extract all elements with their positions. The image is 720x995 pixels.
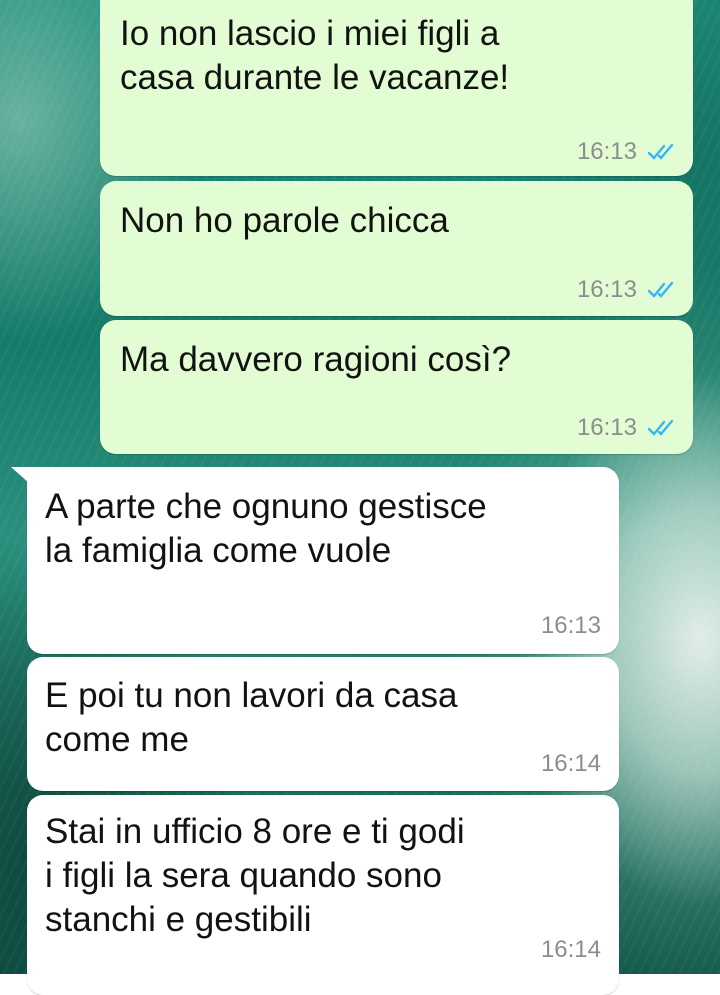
message-text: Non ho parole chicca	[120, 201, 449, 240]
message-time: 16:13	[576, 414, 637, 441]
message-meta: 16:13	[577, 138, 677, 166]
outgoing-message[interactable]: Ma davvero ragioni così? 16:13	[100, 320, 693, 454]
message-meta: 16:14	[541, 750, 601, 778]
message-text: Stai in ufficio 8 ore e ti godi i figli …	[45, 812, 465, 939]
message-text: Io non lascio i miei figli a casa durant…	[120, 14, 510, 97]
message-text: E poi tu non lavori da casa come me	[45, 676, 458, 759]
message-time: 16:13	[576, 276, 637, 303]
message-time: 16:13	[540, 612, 601, 639]
message-time: 16:13	[576, 138, 637, 165]
incoming-message[interactable]: A parte che ognuno gestisce la famiglia …	[11, 467, 619, 654]
message-time: 16:14	[540, 936, 601, 963]
message-text: Ma davvero ragioni così?	[120, 340, 512, 379]
message-meta: 16:13	[541, 612, 601, 640]
incoming-message[interactable]: Stai in ufficio 8 ore e ti godi i figli …	[27, 795, 619, 995]
message-meta: 16:14	[541, 936, 601, 964]
message-meta: 16:13	[577, 276, 677, 304]
double-check-read-icon	[647, 281, 674, 298]
double-check-read-icon	[647, 143, 674, 160]
double-check-read-icon	[647, 419, 674, 436]
message-time: 16:14	[540, 750, 601, 777]
outgoing-message[interactable]: Non ho parole chicca 16:13	[100, 181, 693, 316]
message-text: A parte che ognuno gestisce la famiglia …	[45, 487, 487, 570]
message-meta: 16:13	[577, 414, 677, 442]
incoming-message[interactable]: E poi tu non lavori da casa come me 16:1…	[27, 657, 619, 791]
outgoing-message[interactable]: Io non lascio i miei figli a casa durant…	[100, 0, 693, 176]
